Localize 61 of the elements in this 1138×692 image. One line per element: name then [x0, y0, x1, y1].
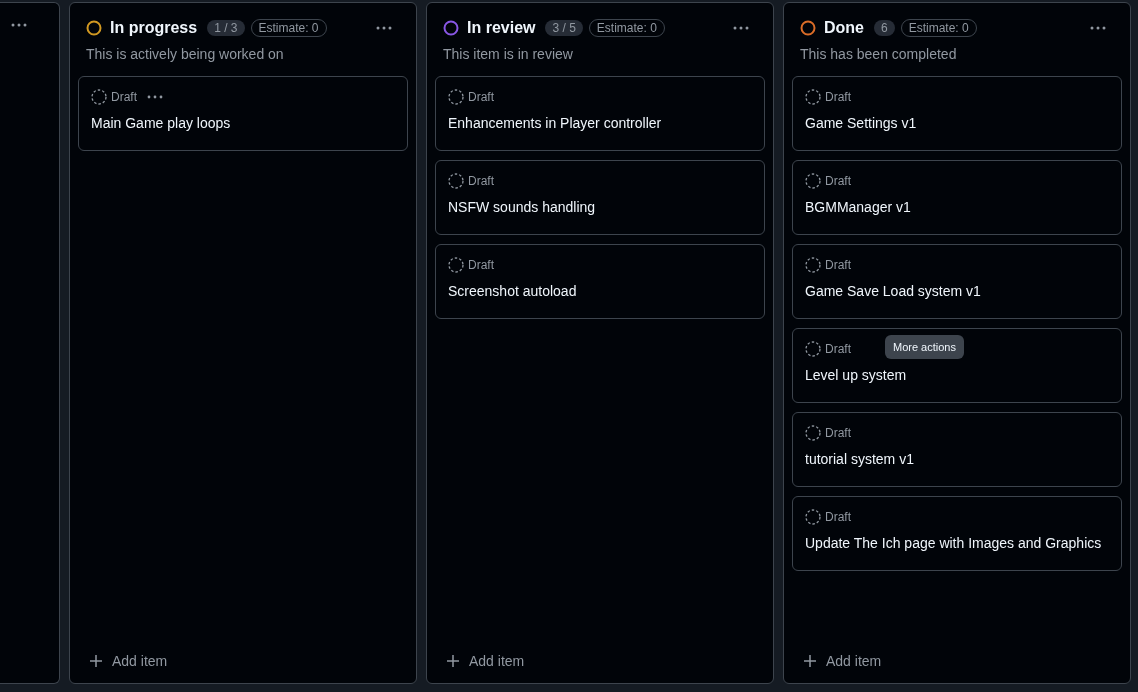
column-title: Done [824, 19, 864, 37]
item-card[interactable]: Draft More actions Level up system [792, 328, 1122, 403]
column-description: This item is in review [442, 45, 574, 62]
plus-icon [804, 655, 816, 667]
draft-label: Draft [468, 174, 494, 188]
draft-label: Draft [468, 258, 494, 272]
draft-label: Draft [468, 90, 494, 104]
draft-icon [91, 89, 107, 105]
item-count: 6 [874, 20, 895, 36]
item-count: 3 / 5 [545, 20, 583, 36]
item-card[interactable]: Draft BGMManager v1 [792, 160, 1122, 235]
item-title[interactable]: Level up system [805, 366, 1109, 384]
draft-label: Draft [825, 426, 851, 440]
draft-label: Draft [825, 258, 851, 272]
item-title[interactable]: Update The Ich page with Images and Graphics [805, 534, 1109, 552]
draft-label: Draft [825, 90, 851, 104]
draft-icon [805, 425, 821, 441]
plus-icon [90, 655, 102, 667]
item-card[interactable]: Draft Enhancements in Player controller [435, 76, 765, 151]
item-card[interactable]: Draft tutorial system v1 [792, 412, 1122, 487]
draft-label: Draft [111, 90, 137, 104]
column-title: In review [467, 19, 536, 37]
item-card[interactable]: Draft Update The Ich page with Images and Graphics [792, 496, 1122, 571]
item-title[interactable]: BGMManager v1 [805, 198, 1109, 216]
add-item-button[interactable]: Add item [435, 651, 765, 683]
draft-icon [805, 341, 821, 357]
item-card[interactable]: Draft Main Game play loops [78, 76, 408, 151]
more-icon[interactable] [1090, 26, 1106, 30]
draft-icon [805, 257, 821, 273]
item-title[interactable]: Main Game play loops [91, 114, 395, 132]
draft-icon [448, 173, 464, 189]
more-icon[interactable] [376, 26, 392, 30]
item-card[interactable]: Draft Game Settings v1 [792, 76, 1122, 151]
item-title[interactable]: NSFW sounds handling [448, 198, 752, 216]
more-icon[interactable] [147, 95, 163, 99]
draft-icon [448, 257, 464, 273]
draft-icon [805, 173, 821, 189]
draft-icon [805, 509, 821, 525]
tooltip: More actions [885, 335, 964, 359]
add-item-button[interactable]: Add item [78, 651, 408, 683]
draft-icon [805, 89, 821, 105]
item-title[interactable]: Game Save Load system v1 [805, 282, 1109, 300]
plus-icon [447, 655, 459, 667]
item-title[interactable]: Screenshot autoload [448, 282, 752, 300]
item-title[interactable]: tutorial system v1 [805, 450, 1109, 468]
item-card[interactable]: Draft Game Save Load system v1 [792, 244, 1122, 319]
item-card[interactable]: Draft NSFW sounds handling [435, 160, 765, 235]
column-description: This has been completed [799, 45, 958, 62]
item-count: 1 / 3 [207, 20, 245, 36]
column-title: In progress [110, 19, 198, 37]
draft-label: Draft [825, 510, 851, 524]
column-description: This is actively being worked on [85, 45, 285, 62]
draft-icon [448, 89, 464, 105]
more-icon[interactable] [11, 23, 27, 27]
draft-label: Draft [825, 342, 851, 356]
more-icon[interactable] [733, 26, 749, 30]
add-item-button[interactable]: Add item [792, 651, 1122, 683]
item-title[interactable]: Enhancements in Player controller [448, 114, 752, 132]
item-card[interactable]: Draft Screenshot autoload [435, 244, 765, 319]
draft-label: Draft [825, 174, 851, 188]
item-title[interactable]: Game Settings v1 [805, 114, 1109, 132]
